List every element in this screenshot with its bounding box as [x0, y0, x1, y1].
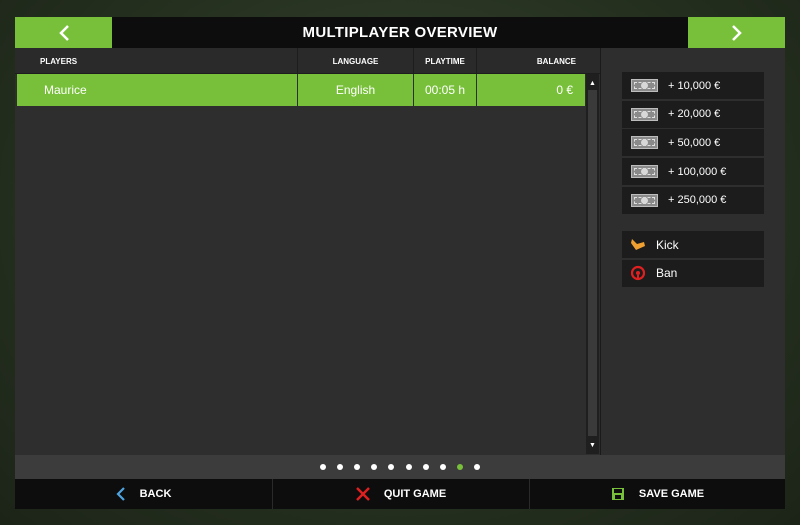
save-game-label: SAVE GAME: [638, 488, 705, 500]
money-amount-label: + 50,000 €: [668, 136, 721, 149]
add-money-50000-button[interactable]: + 50,000 €: [622, 129, 764, 157]
ban-label: Ban: [656, 266, 678, 281]
page-dot-active[interactable]: [457, 464, 464, 470]
back-label: BACK: [139, 488, 172, 500]
banknote-icon: [631, 107, 658, 121]
banknote-icon: [631, 136, 658, 150]
footer-bar: BACK QUIT GAME SAVE GAME: [15, 479, 785, 509]
money-amount-label: + 20,000 €: [668, 108, 721, 121]
save-disk-icon: [611, 487, 625, 501]
header-bar: MULTIPLAYER OVERVIEW: [15, 17, 785, 48]
next-page-button[interactable]: [688, 17, 785, 48]
ban-icon: [629, 264, 647, 282]
save-game-button[interactable]: SAVE GAME: [530, 479, 785, 509]
page-dot[interactable]: [354, 464, 361, 470]
add-money-100000-button[interactable]: + 100,000 €: [622, 158, 764, 186]
scroll-down-arrow-icon[interactable]: ▼: [586, 438, 599, 452]
add-money-20000-button[interactable]: + 20,000 €: [622, 100, 764, 128]
banknote-icon: [631, 79, 658, 92]
scroll-up-arrow-icon[interactable]: ▲: [586, 76, 599, 90]
chevron-left-icon: [58, 24, 69, 41]
back-button[interactable]: BACK: [15, 479, 272, 509]
table-header: PLAYERS LANGUAGE PLAYTIME BALANCE: [15, 48, 600, 74]
page-dot[interactable]: [371, 464, 378, 470]
money-amount-label: + 250,000 €: [668, 194, 727, 207]
player-playtime: 00:05 h: [414, 74, 477, 106]
money-amount-label: + 100,000 €: [668, 165, 727, 178]
page-dot[interactable]: [319, 464, 326, 470]
scroll-thumb[interactable]: [588, 90, 597, 436]
close-icon: [355, 487, 370, 501]
kick-button[interactable]: Kick: [622, 231, 764, 258]
page-dot[interactable]: [439, 464, 446, 470]
back-arrow-icon: [116, 487, 126, 501]
previous-page-button[interactable]: [15, 17, 112, 48]
page-title: MULTIPLAYER OVERVIEW: [302, 24, 498, 41]
page-dot[interactable]: [336, 464, 343, 470]
column-header-language[interactable]: LANGUAGE: [298, 48, 414, 74]
banknote-icon: [631, 165, 658, 179]
page-dot[interactable]: [422, 464, 429, 470]
player-action-list: Kick Ban: [622, 231, 764, 288]
column-header-playtime[interactable]: PLAYTIME: [414, 48, 477, 74]
page-dot[interactable]: [405, 464, 412, 470]
page-dot[interactable]: [474, 464, 481, 470]
add-money-250000-button[interactable]: + 250,000 €: [622, 186, 764, 214]
admin-panel: + 10,000 € + 20,000 € + 50,000 € + 100,0…: [600, 48, 785, 455]
banknote-icon: [631, 193, 658, 207]
player-balance: 0 €: [556, 83, 573, 97]
player-language: English: [298, 74, 414, 106]
kick-label: Kick: [656, 237, 679, 252]
table-row[interactable]: Maurice English 00:05 h 0 €: [17, 74, 585, 106]
ban-button[interactable]: Ban: [622, 259, 764, 287]
chevron-right-icon: [731, 24, 742, 41]
money-button-list: + 10,000 € + 20,000 € + 50,000 € + 100,0…: [622, 72, 764, 215]
money-amount-label: + 10,000 €: [668, 79, 721, 92]
column-header-players[interactable]: PLAYERS: [15, 48, 298, 74]
add-money-10000-button[interactable]: + 10,000 €: [622, 72, 764, 99]
quit-game-label: QUIT GAME: [383, 488, 447, 500]
quit-game-button[interactable]: QUIT GAME: [273, 479, 529, 509]
page-dot[interactable]: [388, 464, 395, 470]
player-name: Maurice: [17, 74, 298, 106]
scrollbar[interactable]: ▲ ▼: [586, 74, 599, 454]
kick-boot-icon: [629, 236, 647, 254]
page-indicator: [15, 455, 785, 479]
column-header-balance[interactable]: BALANCE: [477, 48, 586, 74]
players-table-panel: PLAYERS LANGUAGE PLAYTIME BALANCE Mauric…: [15, 48, 600, 455]
